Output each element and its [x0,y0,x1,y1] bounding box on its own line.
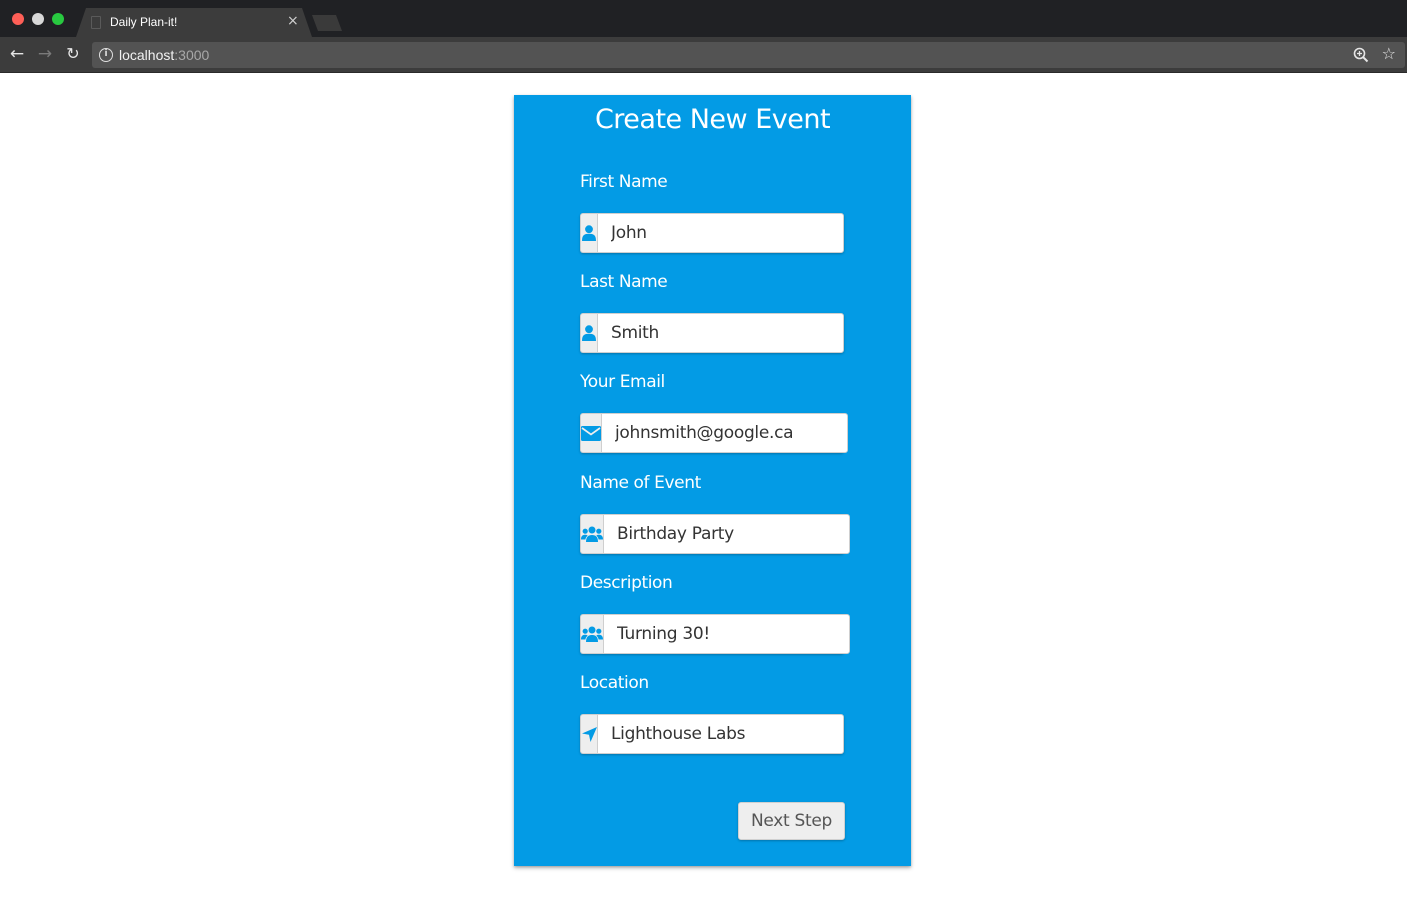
users-icon [580,514,603,554]
envelope-icon [580,413,601,453]
close-window-button[interactable] [12,13,24,25]
browser-tab-bar: Daily Plan-it! × [0,0,1407,37]
user-icon [580,313,597,353]
reload-icon[interactable]: ↻ [63,44,83,64]
last-name-label: Last Name [580,272,668,292]
location-group [580,714,844,754]
description-input[interactable] [603,614,850,654]
star-icon[interactable]: ☆ [1382,45,1396,63]
arrow-left-icon[interactable]: ← [7,44,27,64]
minimize-window-button[interactable] [32,13,44,25]
browser-tab[interactable]: Daily Plan-it! × [76,8,312,37]
description-group [580,614,850,654]
description-label: Description [580,573,673,593]
page-icon [91,16,101,29]
email-group [580,413,848,453]
tab-title: Daily Plan-it! [110,15,178,29]
event-name-input[interactable] [603,514,850,554]
email-input[interactable] [601,413,848,453]
user-icon [580,213,597,253]
last-name-group [580,313,844,353]
url-host: localhost [119,47,175,63]
first-name-input[interactable] [597,213,844,253]
tab-close-icon[interactable]: × [287,13,299,29]
event-name-label: Name of Event [580,473,701,493]
location-input[interactable] [597,714,844,754]
info-icon[interactable]: i [99,48,113,62]
location-label: Location [580,673,649,693]
maximize-window-button[interactable] [52,13,64,25]
page-title: Create New Event [594,104,831,135]
first-name-group [580,213,844,253]
new-tab-button[interactable] [312,15,342,31]
next-step-button[interactable]: Next Step [738,802,845,840]
browser-toolbar: ← → ↻ i localhost:3000 ☆ [0,37,1407,73]
location-arrow-icon [580,714,597,754]
last-name-input[interactable] [597,313,844,353]
url-text: localhost:3000 [119,47,209,63]
first-name-label: First Name [580,172,668,192]
event-name-group [580,514,850,554]
create-event-card: Create New Event First Name Last Name Yo… [514,95,911,866]
url-port: :3000 [174,47,210,63]
arrow-right-icon[interactable]: → [35,44,55,64]
zoom-icon[interactable] [1353,47,1369,63]
address-bar[interactable]: i localhost:3000 ☆ [92,42,1405,68]
users-icon [580,614,603,654]
email-label: Your Email [580,372,665,392]
